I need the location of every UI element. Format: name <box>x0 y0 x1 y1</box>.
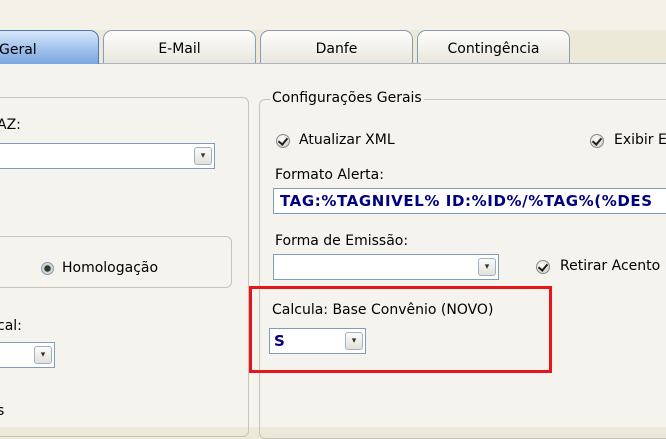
field1-label: AZ: <box>0 117 21 133</box>
check-icon[interactable] <box>276 134 290 148</box>
check-icon[interactable] <box>590 134 604 148</box>
bottom-label: s <box>0 403 5 419</box>
check-icon[interactable] <box>536 260 550 274</box>
retirar-acentos-label[interactable]: Retirar Acento <box>560 258 660 274</box>
formato-alerta-input[interactable]: TAG:%TAGNIVEL% ID:%ID%/%TAG%(%DES <box>273 188 666 214</box>
forma-emissao-combo[interactable]: ▾ <box>273 254 499 280</box>
tab-contingencia[interactable]: Contingência <box>417 30 570 63</box>
window-top-strip <box>0 0 666 30</box>
tab-label: E-Mail <box>158 41 201 57</box>
tab-label: Danfe <box>315 41 358 57</box>
tab-label: Geral <box>0 41 37 58</box>
field1-combo[interactable]: ▾ <box>0 143 215 169</box>
field2-label: cal: <box>0 318 22 334</box>
forma-emissao-label: Forma de Emissão: <box>275 233 409 249</box>
formato-alerta-value: TAG:%TAGNIVEL% ID:%ID%/%TAG%(%DES <box>280 192 653 210</box>
homologacao-label[interactable]: Homologação <box>62 260 158 276</box>
tab-geral[interactable]: Geral <box>0 30 99 64</box>
chevron-down-icon[interactable]: ▾ <box>478 258 496 276</box>
radio-icon[interactable] <box>41 262 54 275</box>
exibir-label[interactable]: Exibir E <box>614 132 666 148</box>
chevron-down-icon[interactable]: ▾ <box>34 346 52 364</box>
field2-combo[interactable]: ▾ <box>0 342 55 368</box>
config-legend: Configurações Gerais <box>270 90 424 106</box>
tab-label: Contingência <box>447 41 540 57</box>
tab-danfe[interactable]: Danfe <box>260 30 413 63</box>
atualizar-xml-label[interactable]: Atualizar XML <box>299 132 395 148</box>
formato-alerta-label: Formato Alerta: <box>275 167 384 183</box>
highlight-box <box>249 286 552 373</box>
chevron-down-icon[interactable]: ▾ <box>194 147 212 165</box>
tab-email[interactable]: E-Mail <box>103 30 256 63</box>
